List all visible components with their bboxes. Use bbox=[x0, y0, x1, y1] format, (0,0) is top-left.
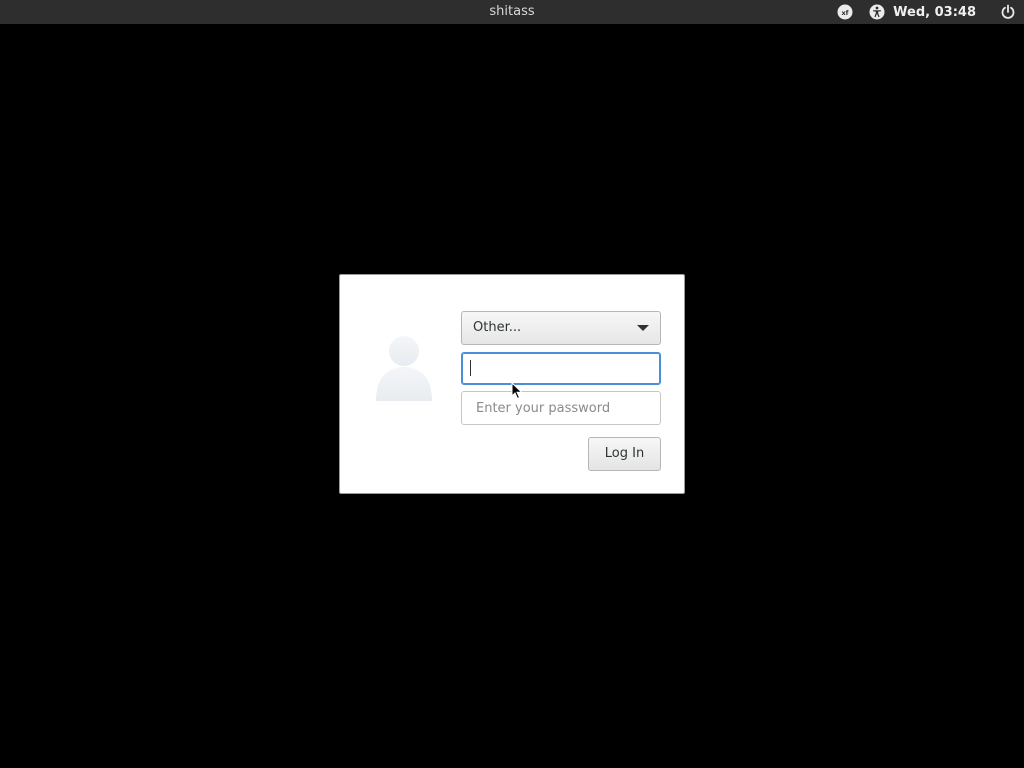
password-input[interactable] bbox=[461, 391, 661, 425]
text-caret bbox=[470, 360, 471, 376]
clock[interactable]: Wed, 03:48 bbox=[893, 5, 976, 20]
user-select-value: Other... bbox=[473, 320, 522, 335]
system-tray: xf Wed, 03:48 bbox=[837, 0, 1016, 24]
top-bar: shitass xf Wed, 03:48 bbox=[0, 0, 1024, 24]
keyboard-layout-icon[interactable]: xf bbox=[837, 4, 853, 20]
chevron-down-icon bbox=[637, 325, 649, 331]
mouse-pointer-icon bbox=[511, 381, 523, 400]
accessibility-icon[interactable] bbox=[869, 4, 885, 20]
user-select-dropdown[interactable]: Other... bbox=[461, 311, 661, 345]
svg-text:xf: xf bbox=[842, 9, 849, 17]
power-icon[interactable] bbox=[1000, 4, 1016, 20]
user-avatar-icon bbox=[372, 331, 436, 403]
login-button[interactable]: Log In bbox=[588, 437, 661, 471]
username-input[interactable] bbox=[461, 352, 661, 385]
